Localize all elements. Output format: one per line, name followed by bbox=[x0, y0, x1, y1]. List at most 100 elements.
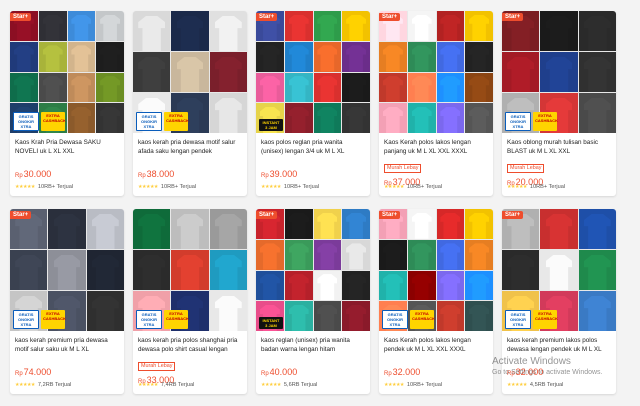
shirt-swatch bbox=[465, 11, 493, 41]
shirt-swatch bbox=[465, 41, 493, 72]
shirt-swatch bbox=[436, 11, 465, 41]
shirt-swatch bbox=[465, 270, 493, 301]
product-card[interactable]: Star+ INSTANT 3 JAM kaos polos reglan pria… bbox=[256, 11, 370, 196]
shirt-swatch bbox=[436, 270, 465, 301]
tag-spacer bbox=[261, 354, 365, 364]
shirt-swatch bbox=[209, 52, 247, 92]
shirt-swatch bbox=[67, 11, 96, 41]
activate-windows-watermark: Activate Windows Go to Settings to activ… bbox=[492, 356, 640, 376]
shirt-swatch bbox=[133, 209, 171, 249]
product-info: kaos kerah premium pria dewasa motif sal… bbox=[10, 331, 124, 377]
promo-badge: GRATIS ONGKIR XTRA bbox=[505, 112, 531, 131]
shirt-swatch bbox=[67, 41, 96, 72]
product-title[interactable]: kaos kerah premium pria dewasa motif sal… bbox=[15, 336, 119, 354]
product-image[interactable]: GRATIS ONGKIR XTRA EXTRA CASHBACK bbox=[133, 209, 247, 331]
shirt-swatch bbox=[10, 250, 48, 290]
product-grid: Star+ GRATIS ONGKIR XTRA EXTRA CASHBACK Kao… bbox=[10, 11, 616, 394]
shirt-swatch bbox=[96, 103, 124, 133]
promo-badge: EXTRA CASHBACK bbox=[164, 310, 189, 329]
shirt-swatch bbox=[342, 209, 370, 239]
product-title[interactable]: Kaos Kerah polos lakos lengan panjang uk… bbox=[384, 138, 488, 156]
product-image[interactable]: Star+ GRATIS ONGKIR XTRA EXTRA CASHBACK bbox=[502, 11, 616, 133]
promo-badge: EXTRA CASHBACK bbox=[164, 112, 189, 131]
product-image[interactable]: Star+ bbox=[379, 11, 493, 133]
shirt-swatch bbox=[436, 41, 465, 72]
rating-stars-icon: ★★★★★ bbox=[138, 184, 158, 190]
product-image[interactable]: Star+ GRATIS ONGKIR XTRA EXTRA CASHBACK bbox=[502, 209, 616, 331]
sold-count: 7,4RB Terjual bbox=[160, 382, 195, 388]
shirt-swatch bbox=[379, 239, 407, 270]
star-plus-badge: Star+ bbox=[10, 13, 32, 21]
shirt-swatch bbox=[540, 209, 578, 249]
product-title[interactable]: kaos polos reglan pria wanita (unisex) l… bbox=[261, 138, 365, 156]
promo-badges: INSTANT 3 JAM bbox=[259, 317, 283, 329]
product-image[interactable]: GRATIS ONGKIR XTRA EXTRA CASHBACK bbox=[133, 11, 247, 133]
shirt-swatch bbox=[209, 209, 247, 249]
product-title[interactable]: kaos kerah pria dewasa motif salur afada… bbox=[138, 138, 242, 156]
tag-spacer bbox=[138, 156, 242, 166]
product-title[interactable]: Kaos oblong murah tulisan basic BLAST uk… bbox=[507, 138, 611, 156]
product-image[interactable]: Star+ GRATIS ONGKIR XTRA EXTRA CASHBACK bbox=[10, 209, 124, 331]
shirt-swatch bbox=[465, 103, 493, 133]
shirt-swatch bbox=[578, 250, 616, 290]
shirt-swatch bbox=[209, 11, 247, 51]
shirt-swatch bbox=[96, 72, 124, 103]
product-title[interactable]: kaos kerah premium lakos polos dewasa le… bbox=[507, 336, 611, 354]
sold-count: 4,5RB Terjual bbox=[529, 382, 564, 388]
promo-badges: GRATIS ONGKIR XTRA EXTRA CASHBACK bbox=[13, 112, 66, 131]
rating-stars-icon: ★★★★★ bbox=[15, 382, 35, 388]
tag-spacer bbox=[15, 354, 119, 364]
product-card[interactable]: Star+ INSTANT 3 JAM kaos reglan (unisex) p… bbox=[256, 209, 370, 394]
rating-stars-icon: ★★★★★ bbox=[507, 382, 527, 388]
product-photo-collage bbox=[256, 209, 370, 331]
shirt-swatch bbox=[465, 72, 493, 103]
shirt-swatch bbox=[436, 103, 465, 133]
shirt-swatch bbox=[578, 52, 616, 92]
shirt-swatch bbox=[313, 11, 342, 41]
shirt-swatch bbox=[38, 72, 67, 103]
product-title[interactable]: Kaos Krah Pria Dewasa SAKU NOVELI uk L X… bbox=[15, 138, 119, 156]
product-image[interactable]: Star+ INSTANT 3 JAM bbox=[256, 209, 370, 331]
star-plus-badge: Star+ bbox=[379, 13, 401, 21]
product-price: Rp38.000 bbox=[138, 169, 242, 179]
product-card[interactable]: GRATIS ONGKIR XTRA EXTRA CASHBACK kaos ker… bbox=[133, 209, 247, 394]
product-title[interactable]: kaos reglan (unisex) pria wanita badan w… bbox=[261, 336, 365, 354]
product-card[interactable]: Star+ GRATIS ONGKIR XTRA EXTRA CASHBACK Kao… bbox=[502, 11, 616, 196]
product-info: kaos reglan (unisex) pria wanita badan w… bbox=[256, 331, 370, 377]
shirt-swatch bbox=[540, 250, 578, 290]
product-image[interactable]: Star+ INSTANT 3 JAM bbox=[256, 11, 370, 133]
product-title[interactable]: Kaos Kerah polos lakos lengan pendek uk … bbox=[384, 336, 488, 354]
shirt-swatch bbox=[313, 301, 342, 331]
product-card[interactable]: GRATIS ONGKIR XTRA EXTRA CASHBACK kaos ker… bbox=[133, 11, 247, 196]
shirt-swatch bbox=[578, 209, 616, 249]
rating-stars-icon: ★★★★★ bbox=[384, 184, 404, 190]
promo-badges: GRATIS ONGKIR XTRA EXTRA CASHBACK bbox=[505, 310, 558, 329]
currency-label: Rp bbox=[15, 173, 23, 179]
shirt-swatch bbox=[342, 103, 370, 133]
rating-stars-icon: ★★★★★ bbox=[507, 184, 527, 190]
product-meta: ★★★★★ 10RB+ Terjual bbox=[138, 184, 196, 190]
product-card[interactable]: Star+ GRATIS ONGKIR XTRA EXTRA CASHBACK Kao… bbox=[379, 209, 493, 394]
product-image[interactable]: Star+ GRATIS ONGKIR XTRA EXTRA CASHBACK bbox=[379, 209, 493, 331]
shirt-swatch bbox=[465, 239, 493, 270]
shirt-swatch bbox=[436, 301, 465, 331]
promo-badges: INSTANT 3 JAM bbox=[259, 119, 283, 131]
product-info: Kaos Krah Pria Dewasa SAKU NOVELI uk L X… bbox=[10, 133, 124, 179]
shirt-swatch bbox=[540, 52, 578, 92]
product-title[interactable]: kaos kerah pria polos shanghai pria dewa… bbox=[138, 336, 242, 354]
shirt-swatch bbox=[38, 11, 67, 41]
shirt-swatch bbox=[313, 270, 342, 301]
shirt-swatch bbox=[407, 11, 436, 41]
product-image[interactable]: Star+ GRATIS ONGKIR XTRA EXTRA CASHBACK bbox=[10, 11, 124, 133]
shirt-swatch bbox=[407, 209, 436, 239]
currency-label: Rp bbox=[261, 173, 269, 179]
product-card[interactable]: Star+ GRATIS ONGKIR XTRA EXTRA CASHBACK kao… bbox=[10, 209, 124, 394]
shirt-swatch bbox=[256, 239, 284, 270]
shirt-swatch bbox=[379, 103, 407, 133]
product-card[interactable]: Star+ GRATIS ONGKIR XTRA EXTRA CASHBACK Kao… bbox=[10, 11, 124, 196]
star-plus-badge: Star+ bbox=[10, 211, 32, 219]
shirt-swatch bbox=[407, 270, 436, 301]
product-meta: ★★★★★ 10RB+ Terjual bbox=[15, 184, 73, 190]
product-card[interactable]: Star+ Kaos Kerah polos lakos lengan panja… bbox=[379, 11, 493, 196]
promo-badges: GRATIS ONGKIR XTRA EXTRA CASHBACK bbox=[136, 310, 189, 329]
